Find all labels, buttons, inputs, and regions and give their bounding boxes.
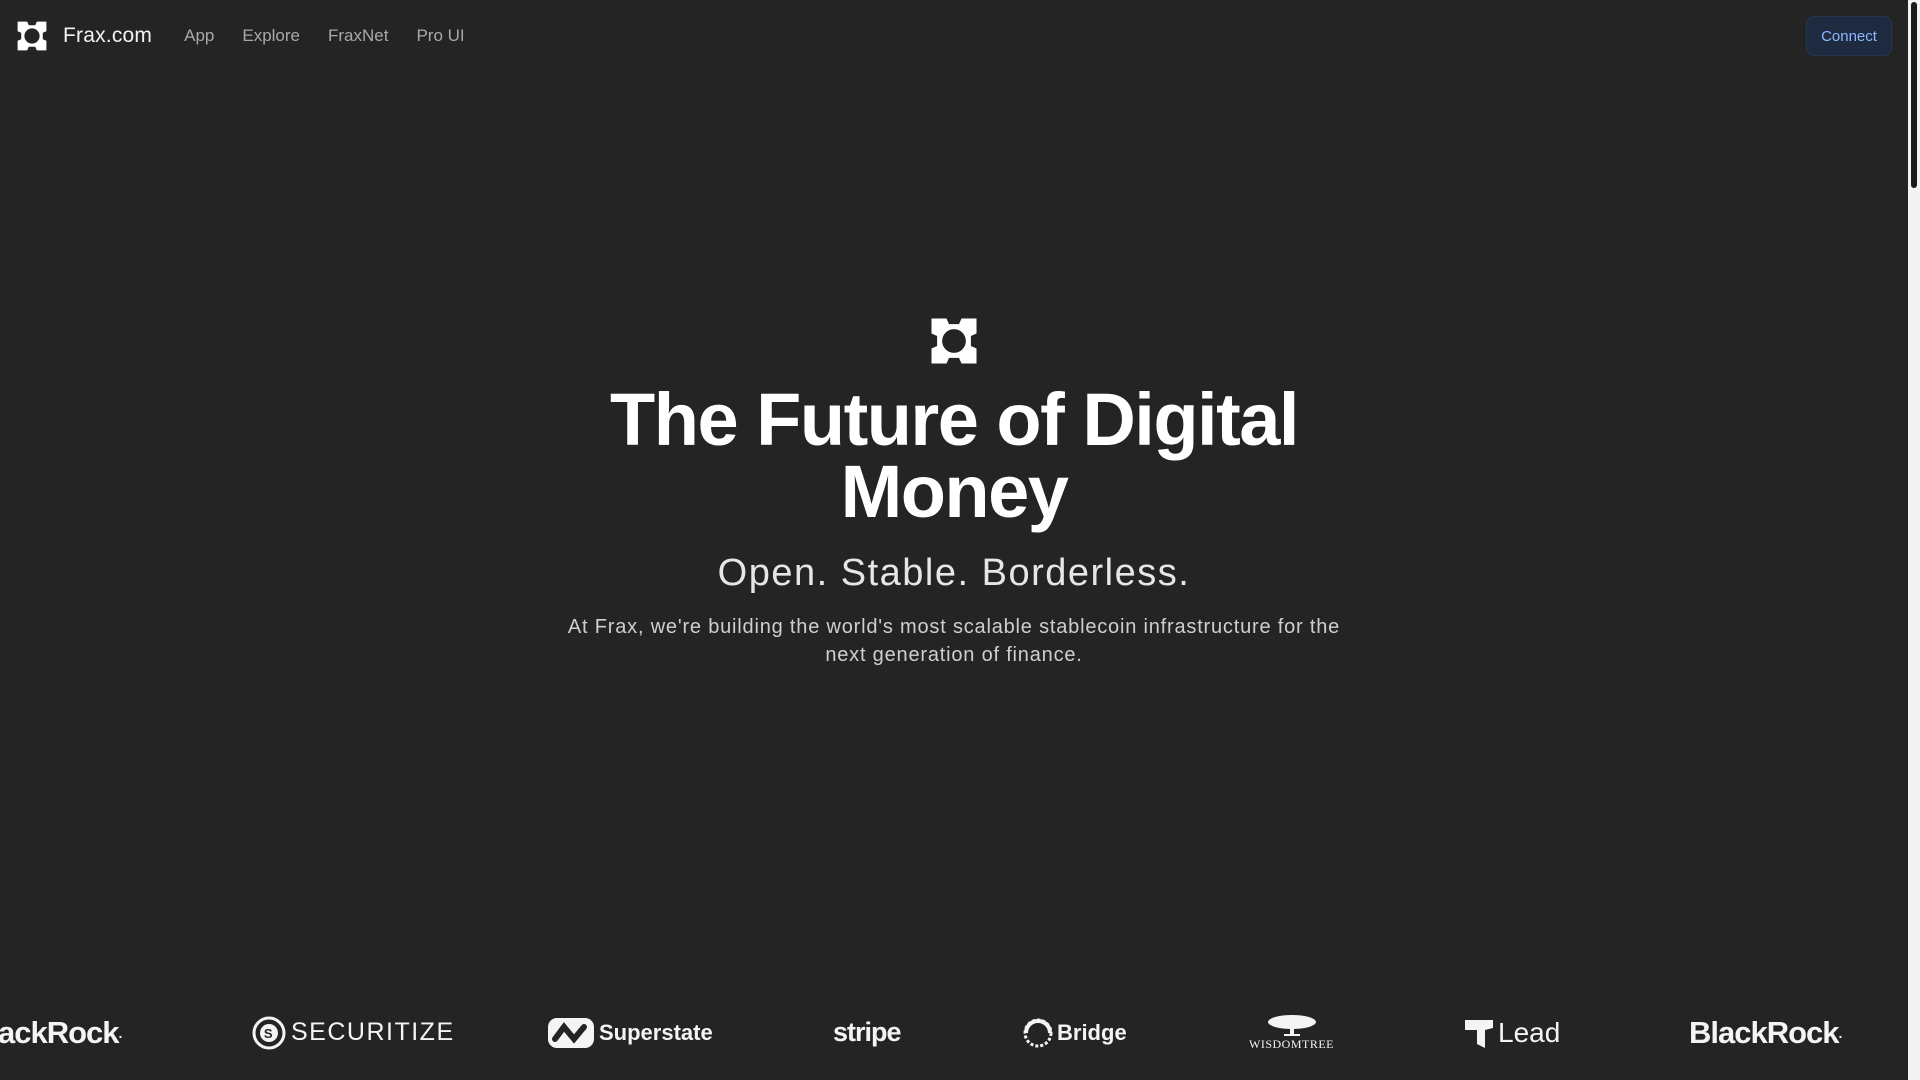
frax-logo-icon xyxy=(931,318,977,364)
partner-logo-lead: Lead xyxy=(1463,1010,1560,1055)
top-nav: Frax.com App Explore FraxNet Pro UI Conn… xyxy=(0,0,1908,72)
hero-tagline: Open. Stable. Borderless. xyxy=(717,552,1191,594)
partner-name: BlackRock xyxy=(1689,1014,1840,1050)
brand-link[interactable]: Frax.com xyxy=(16,20,152,52)
nav-link-explore[interactable]: Explore xyxy=(242,26,300,46)
superstate-icon xyxy=(548,1017,594,1048)
brand-name: Frax.com xyxy=(63,24,153,47)
svg-text:S: S xyxy=(264,1026,274,1041)
nav-link-fraxnet[interactable]: FraxNet xyxy=(328,26,388,46)
partner-name: SECURITIZE xyxy=(291,1018,455,1046)
partner-name: Bridge xyxy=(1057,1019,1127,1045)
connect-button[interactable]: Connect xyxy=(1806,16,1892,56)
page-scrollbar[interactable] xyxy=(1908,0,1920,1080)
partner-logo-blackrock: BlackRock. xyxy=(1689,1014,1842,1050)
partner-logo-wisdomtree: WISDOMTREE xyxy=(1249,1010,1334,1055)
partner-logo-blackrock-partial: ackRock. xyxy=(0,1014,122,1050)
page: Frax.com App Explore FraxNet Pro UI Conn… xyxy=(0,0,1920,1080)
hero-title: The Future of Digital Money xyxy=(610,378,1299,533)
nav-link-app[interactable]: App xyxy=(184,26,214,46)
scrollbar-thumb[interactable] xyxy=(1911,2,1917,188)
nav-links: App Explore FraxNet Pro UI xyxy=(184,26,493,46)
partner-logo-stripe: stripe xyxy=(833,1010,902,1055)
partner-logo-superstate: Superstate xyxy=(547,1010,713,1055)
partner-name: WISDOMTREE xyxy=(1249,1037,1334,1051)
partner-name: ackRock xyxy=(0,1014,120,1050)
partner-logo-bridge: Bridge xyxy=(1021,1010,1127,1055)
partner-name: stripe xyxy=(833,1017,902,1047)
securitize-icon: S xyxy=(252,1016,286,1049)
hero-description: At Frax, we're building the world's most… xyxy=(567,616,1341,666)
hero-section: The Future of Digital Money Open. Stable… xyxy=(0,316,1908,669)
lead-icon xyxy=(1465,1019,1493,1048)
partner-name: Lead xyxy=(1498,1016,1561,1048)
partner-name: Superstate xyxy=(599,1019,713,1045)
partner-logo-securitize: S SECURITIZE xyxy=(252,1010,455,1055)
nav-link-pro-ui[interactable]: Pro UI xyxy=(416,26,464,46)
tree-icon xyxy=(1267,1015,1316,1036)
frax-logo-icon xyxy=(17,21,47,51)
partner-logo-strip: ackRock. S SECURITIZE Superstate stripe xyxy=(0,1010,1908,1055)
bridge-icon xyxy=(1023,1018,1053,1047)
